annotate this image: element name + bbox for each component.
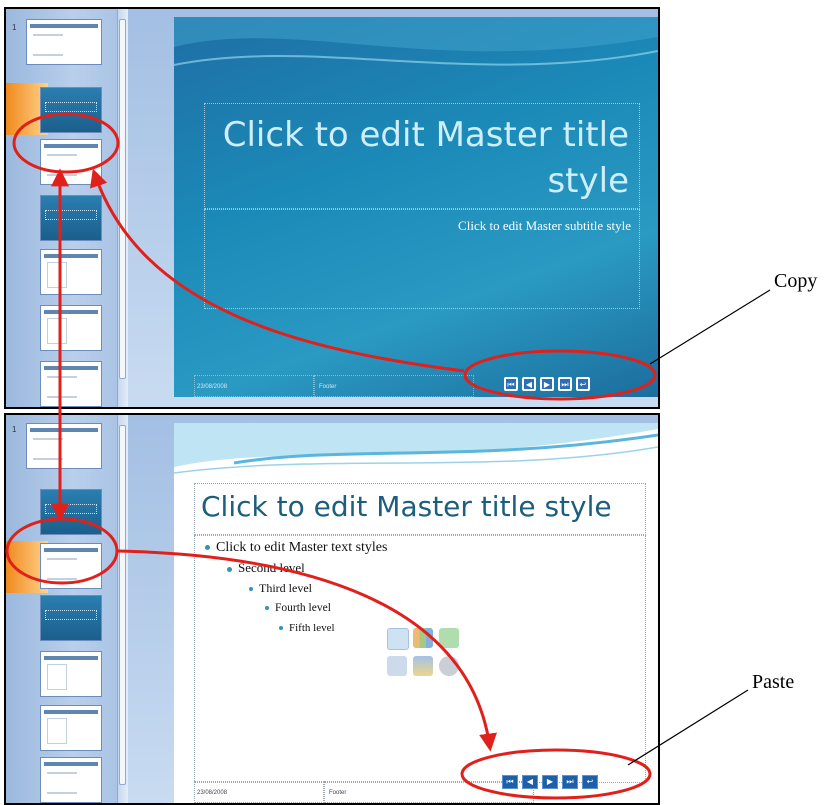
annotation-overlay: [5, 112, 771, 800]
copy-leader-line: [649, 289, 771, 365]
highlight-ellipse-action-buttons-bottom: [460, 748, 652, 800]
highlight-ellipse-thumbnail-bottom: [5, 517, 119, 585]
highlight-ellipse-thumbnail-top: [12, 112, 120, 174]
paste-arrow: [116, 549, 497, 752]
highlight-ellipse-action-buttons-top: [463, 349, 657, 401]
copy-arrow: [90, 168, 465, 373]
paste-leader-line: [627, 689, 749, 766]
